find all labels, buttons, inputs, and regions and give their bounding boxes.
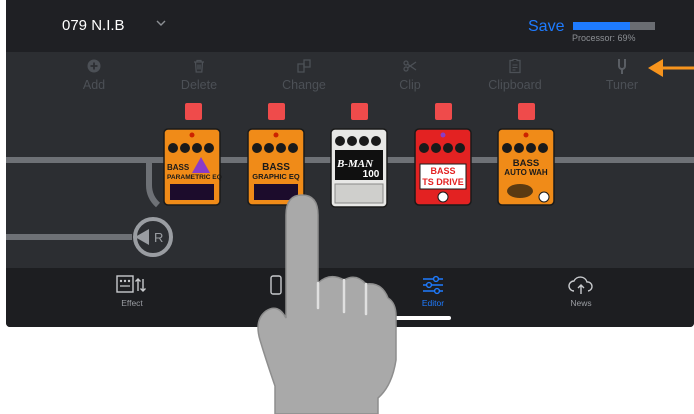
svg-text:TS DRIVE: TS DRIVE — [422, 177, 464, 187]
preset-name[interactable]: 079 N.I.B — [62, 17, 125, 34]
cloud-icon — [568, 276, 593, 294]
pedal-2-select-toggle[interactable] — [268, 103, 285, 120]
tab-editor-label: Editor — [421, 298, 445, 308]
pedal-4[interactable]: BASS TS DRIVE — [414, 128, 472, 206]
svg-text:100: 100 — [363, 169, 380, 180]
sliders-icon — [423, 275, 443, 295]
svg-text:PARAMETRIC EQ: PARAMETRIC EQ — [167, 174, 222, 181]
svg-text:AUTO WAH: AUTO WAH — [504, 168, 548, 177]
svg-text:BASS: BASS — [430, 166, 455, 176]
chevron-down-icon[interactable] — [154, 16, 168, 30]
header-bar: 079 N.I.B Save Processor: 69% — [6, 0, 694, 52]
pedal-1-select-toggle[interactable] — [185, 103, 202, 120]
pedal-5-select-toggle[interactable] — [518, 103, 535, 120]
tab-news-label: News — [570, 298, 592, 308]
pedal-4-select-toggle[interactable] — [435, 103, 452, 120]
pedal-1[interactable]: BASS PARAMETRIC EQ — [163, 128, 222, 206]
save-button[interactable]: Save — [528, 18, 564, 36]
svg-text:BASS: BASS — [167, 163, 190, 172]
return-node[interactable]: R — [133, 217, 173, 257]
pedal-5[interactable]: BASS AUTO WAH — [497, 128, 555, 206]
effect-icon — [116, 275, 146, 293]
processor-label: Processor: 69% — [572, 33, 636, 43]
pointing-hand-overlay — [257, 194, 397, 414]
return-loop-line — [146, 160, 161, 208]
svg-text:GRAPHIC EQ: GRAPHIC EQ — [252, 172, 300, 181]
processor-meter-fill — [573, 22, 630, 30]
tab-effect-label: Effect — [121, 298, 143, 308]
processor-meter — [573, 22, 655, 30]
pedal-3-select-toggle[interactable] — [351, 103, 368, 120]
tab-effect[interactable]: Effect — [92, 274, 172, 308]
tab-news[interactable]: News — [541, 274, 621, 308]
return-node-label: R — [154, 230, 163, 245]
annotation-arrow — [648, 59, 694, 77]
